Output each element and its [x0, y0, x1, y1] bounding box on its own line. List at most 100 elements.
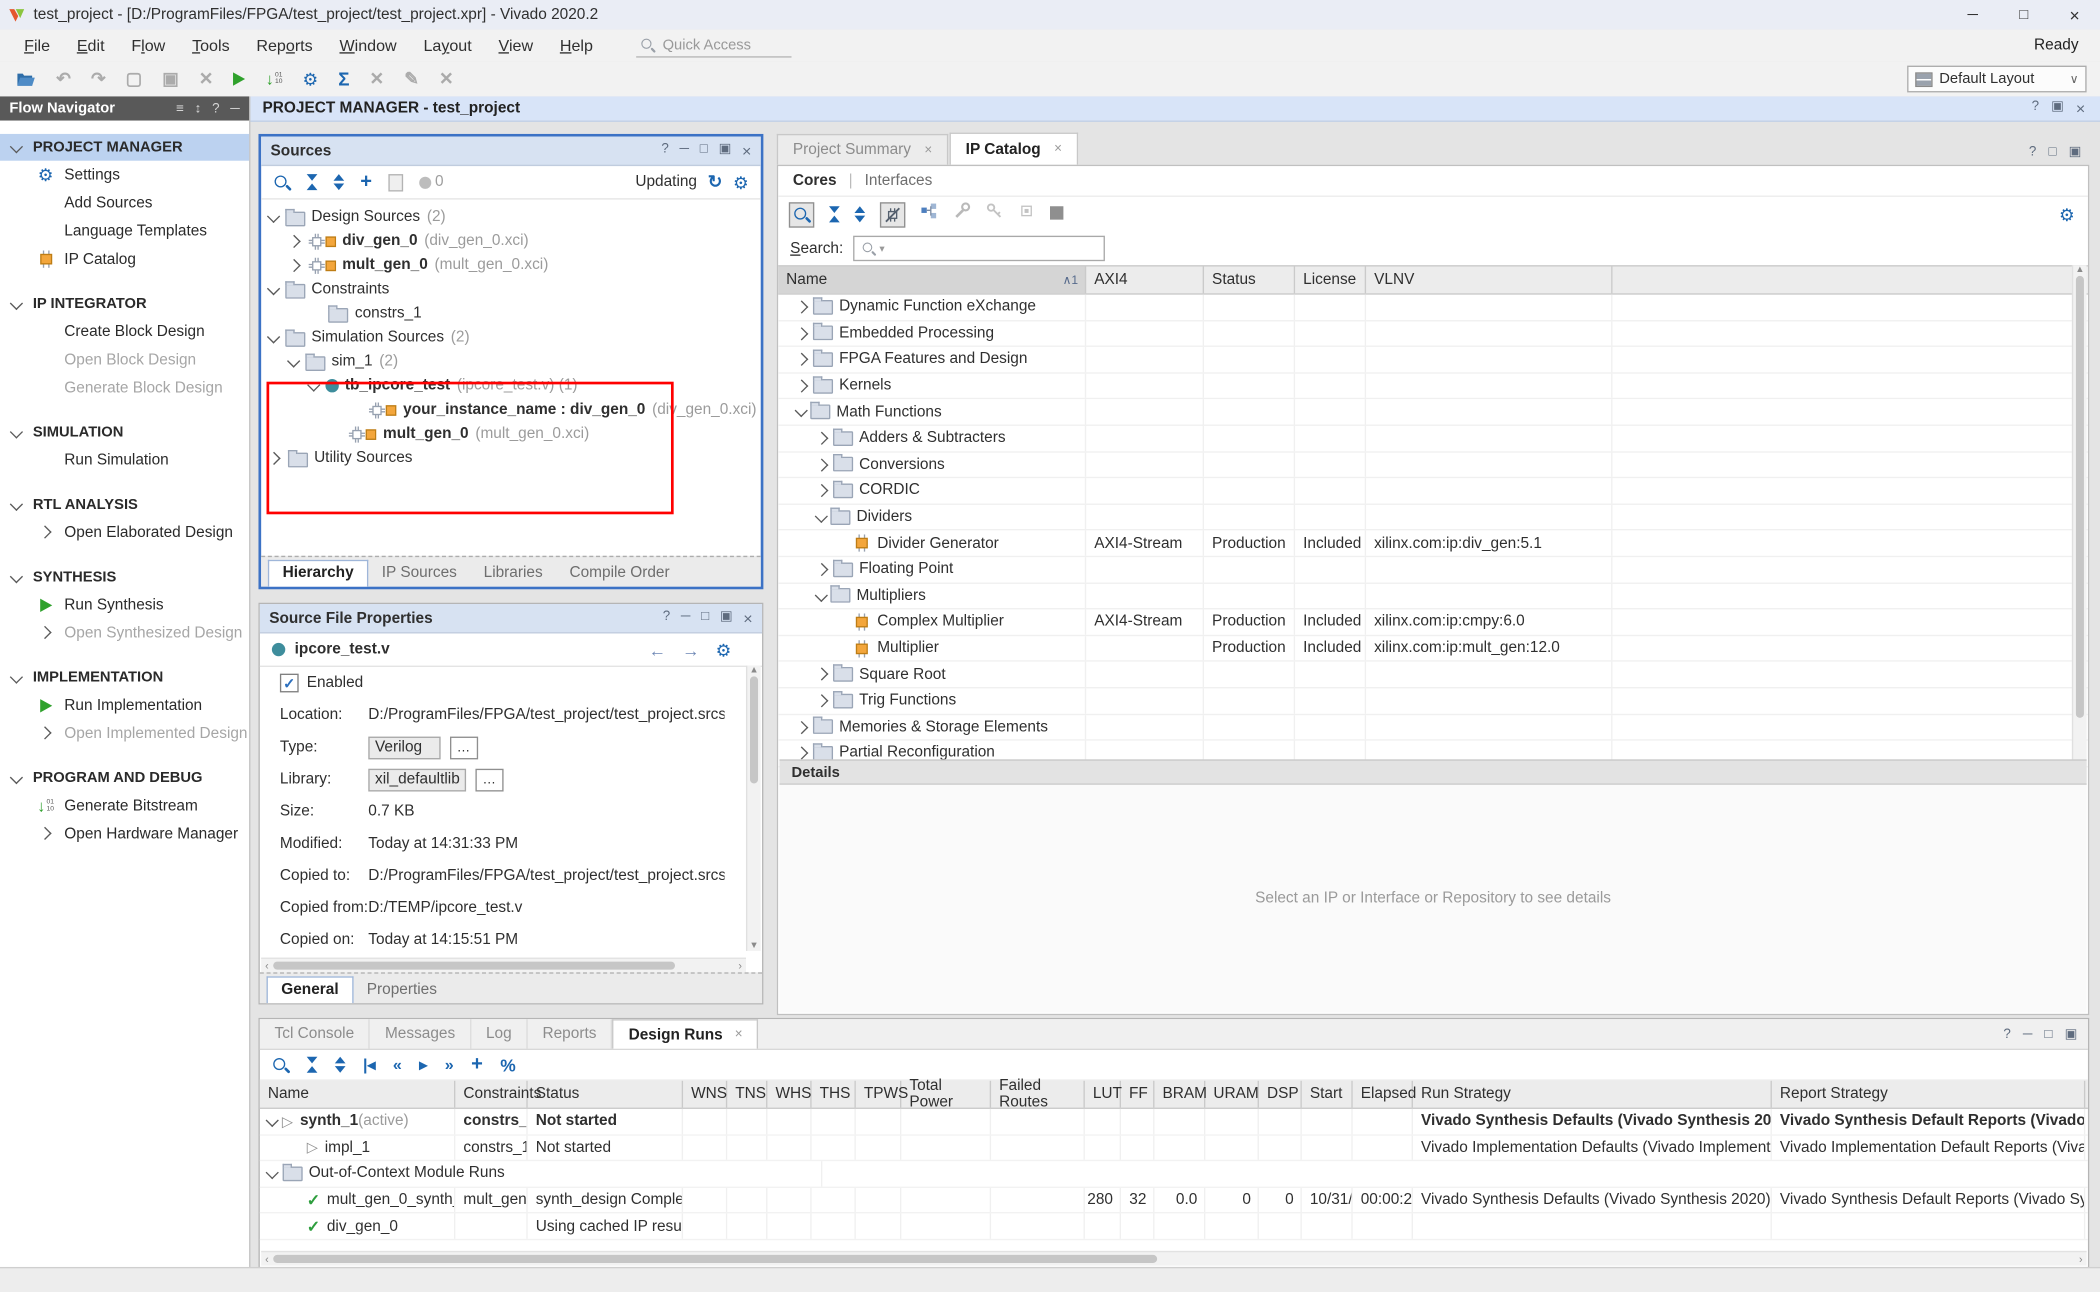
chevron-right-icon[interactable]	[287, 259, 299, 271]
run-row[interactable]: ▷synth_1 (active)constrs_1Not startedViv…	[260, 1109, 2088, 1135]
chevron-down-icon[interactable]	[266, 1166, 278, 1178]
ip-row[interactable]: Kernels	[778, 373, 2088, 399]
sources-panel-header[interactable]: Sources ? ─ □ ▣ ×	[261, 137, 761, 166]
browse-button[interactable]: …	[450, 736, 478, 759]
tree-row[interactable]: tb_ipcore_test(ipcore_test.v) (1)	[261, 374, 761, 398]
chevron-down-icon[interactable]	[10, 497, 22, 509]
tree-row[interactable]: mult_gen_0(mult_gen_0.xci)	[261, 422, 761, 446]
sidebar-item-run-implementation[interactable]: Run Implementation	[0, 691, 249, 719]
tab-ip-catalog[interactable]: IP Catalog×	[950, 133, 1078, 165]
close-view-icon[interactable]: ×	[2076, 99, 2085, 118]
chevron-right-icon[interactable]	[795, 327, 807, 339]
ip-row[interactable]: Multipliers	[778, 583, 2088, 609]
chevron-right-icon[interactable]	[38, 526, 50, 538]
ip-search-input[interactable]: ▾	[853, 236, 1105, 261]
chevron-down-icon[interactable]	[10, 297, 22, 309]
subtab-cores[interactable]: Cores	[793, 173, 837, 189]
column-header-failed_routes[interactable]: Failed Routes	[991, 1081, 1085, 1108]
column-header-whs[interactable]: WHS	[767, 1081, 811, 1108]
refresh-icon[interactable]: ↻	[708, 171, 723, 192]
ip-row[interactable]: Trig Functions	[778, 688, 2088, 714]
ip-row[interactable]: Divider GeneratorAXI4-StreamProductionIn…	[778, 531, 2088, 557]
ip-row[interactable]: Memories & Storage Elements	[778, 715, 2088, 741]
search-icon[interactable]	[272, 1056, 289, 1073]
browse-button[interactable]: …	[476, 768, 504, 791]
column-header-status[interactable]: Status	[1204, 267, 1295, 294]
column-header-license[interactable]: License	[1295, 267, 1366, 294]
float-icon[interactable]: ▣	[2051, 99, 2064, 118]
minimize-panel-icon[interactable]: ─	[230, 101, 240, 116]
checkbox-checked-icon[interactable]: ✓	[280, 674, 299, 693]
flow-section-program-and-debug[interactable]: PROGRAM AND DEBUG	[0, 765, 249, 792]
column-header-total_power[interactable]: Total Power	[901, 1081, 991, 1108]
flow-section-rtl-analysis[interactable]: RTL ANALYSIS	[0, 492, 249, 519]
tab-log[interactable]: Log	[471, 1019, 528, 1048]
step-forward-icon[interactable]: »	[445, 1055, 454, 1074]
column-header-run_strategy[interactable]: Run Strategy	[1413, 1081, 1772, 1108]
column-header-elapsed[interactable]: Elapsed	[1353, 1081, 1413, 1108]
sidebar-item-settings[interactable]: ⚙Settings	[0, 161, 249, 189]
ip-row[interactable]: CORDIC	[778, 478, 2088, 504]
property-input[interactable]: xil_defaultlib	[368, 768, 466, 791]
expand-all-icon[interactable]	[335, 1057, 346, 1073]
expand-all-icon[interactable]	[333, 174, 344, 190]
run-row[interactable]: Out-of-Context Module Runs	[260, 1161, 2088, 1187]
help-icon[interactable]: ?	[663, 609, 670, 628]
tree-row[interactable]: your_instance_name : div_gen_0(div_gen_0…	[261, 398, 761, 422]
run-row[interactable]: ▷impl_1constrs_1Not startedVivado Implem…	[260, 1135, 2088, 1161]
close-icon[interactable]: ×	[735, 1027, 743, 1042]
chevron-right-icon[interactable]	[815, 668, 827, 680]
sidebar-item-open-hardware-manager[interactable]: Open Hardware Manager	[0, 820, 249, 848]
sidebar-item-run-simulation[interactable]: Run Simulation	[0, 446, 249, 474]
chevron-right-icon[interactable]	[287, 235, 299, 247]
maximize-panel-icon[interactable]: □	[2048, 145, 2056, 160]
ip-row[interactable]: Conversions	[778, 452, 2088, 478]
column-header-start[interactable]: Start	[1302, 1081, 1353, 1108]
chevron-down-icon[interactable]	[266, 1114, 278, 1126]
tree-row[interactable]: Constraints	[261, 277, 761, 301]
menu-help[interactable]: Help	[546, 32, 606, 59]
layout-selector[interactable]: Default Layout ∨	[1907, 66, 2086, 93]
column-header-tpws[interactable]: TPWS	[856, 1081, 902, 1108]
properties-panel-header[interactable]: Source File Properties ? ─ □ ▣ ×	[260, 604, 762, 633]
sidebar-item-language-templates[interactable]: Language Templates	[0, 217, 249, 245]
tab-libraries[interactable]: Libraries	[470, 561, 556, 586]
ip-row[interactable]: Dividers	[778, 505, 2088, 531]
chevron-right-icon[interactable]	[815, 432, 827, 444]
ip-row[interactable]: Adders & Subtracters	[778, 426, 2088, 452]
ip-row[interactable]: Math Functions	[778, 400, 2088, 426]
flow-section-project-manager[interactable]: PROJECT MANAGER	[0, 134, 249, 161]
column-header-vlnv[interactable]: VLNV	[1366, 267, 1612, 294]
sidebar-item-open-elaborated-design[interactable]: Open Elaborated Design	[0, 518, 249, 546]
chevron-down-icon[interactable]	[815, 588, 827, 600]
tree-row[interactable]: Utility Sources	[261, 446, 761, 470]
collapse-all-icon[interactable]	[829, 206, 840, 222]
menu-reports[interactable]: Reports	[243, 32, 326, 59]
tree-row[interactable]: constrs_1	[261, 301, 761, 325]
step-back-icon[interactable]: «	[393, 1055, 402, 1074]
ip-row[interactable]: FPGA Features and Design	[778, 347, 2088, 373]
close-icon[interactable]: ×	[1054, 142, 1062, 157]
run-flow-icon[interactable]	[233, 72, 245, 85]
sidebar-item-add-sources[interactable]: Add Sources	[0, 189, 249, 217]
chevron-right-icon[interactable]	[795, 301, 807, 313]
minimize-panel-icon[interactable]: ─	[681, 609, 691, 628]
expand-collapse-icon[interactable]: ↕	[195, 101, 202, 116]
tab-design-runs[interactable]: Design Runs×	[613, 1019, 759, 1048]
chevron-down-icon[interactable]	[267, 209, 279, 221]
menu-edit[interactable]: Edit	[63, 32, 118, 59]
close-panel-icon[interactable]: ×	[743, 609, 752, 628]
tab-project-summary[interactable]: Project Summary×	[777, 134, 948, 165]
tab-compile-order[interactable]: Compile Order	[556, 561, 683, 586]
sidebar-item-ip-catalog[interactable]: IP Catalog	[0, 245, 249, 273]
column-header-ff[interactable]: FF	[1121, 1081, 1154, 1108]
minimize-icon[interactable]: ─	[1947, 0, 1998, 29]
column-header-constraints[interactable]: Constraints	[455, 1081, 527, 1108]
tab-messages[interactable]: Messages	[370, 1019, 471, 1048]
menu-file[interactable]: File	[11, 32, 64, 59]
tab-hierarchy[interactable]: Hierarchy	[268, 560, 369, 587]
help-icon[interactable]: ?	[2029, 145, 2036, 160]
collapse-all-icon[interactable]	[307, 1057, 318, 1073]
float-icon[interactable]: ▣	[720, 609, 733, 628]
flow-section-synthesis[interactable]: SYNTHESIS	[0, 564, 249, 591]
